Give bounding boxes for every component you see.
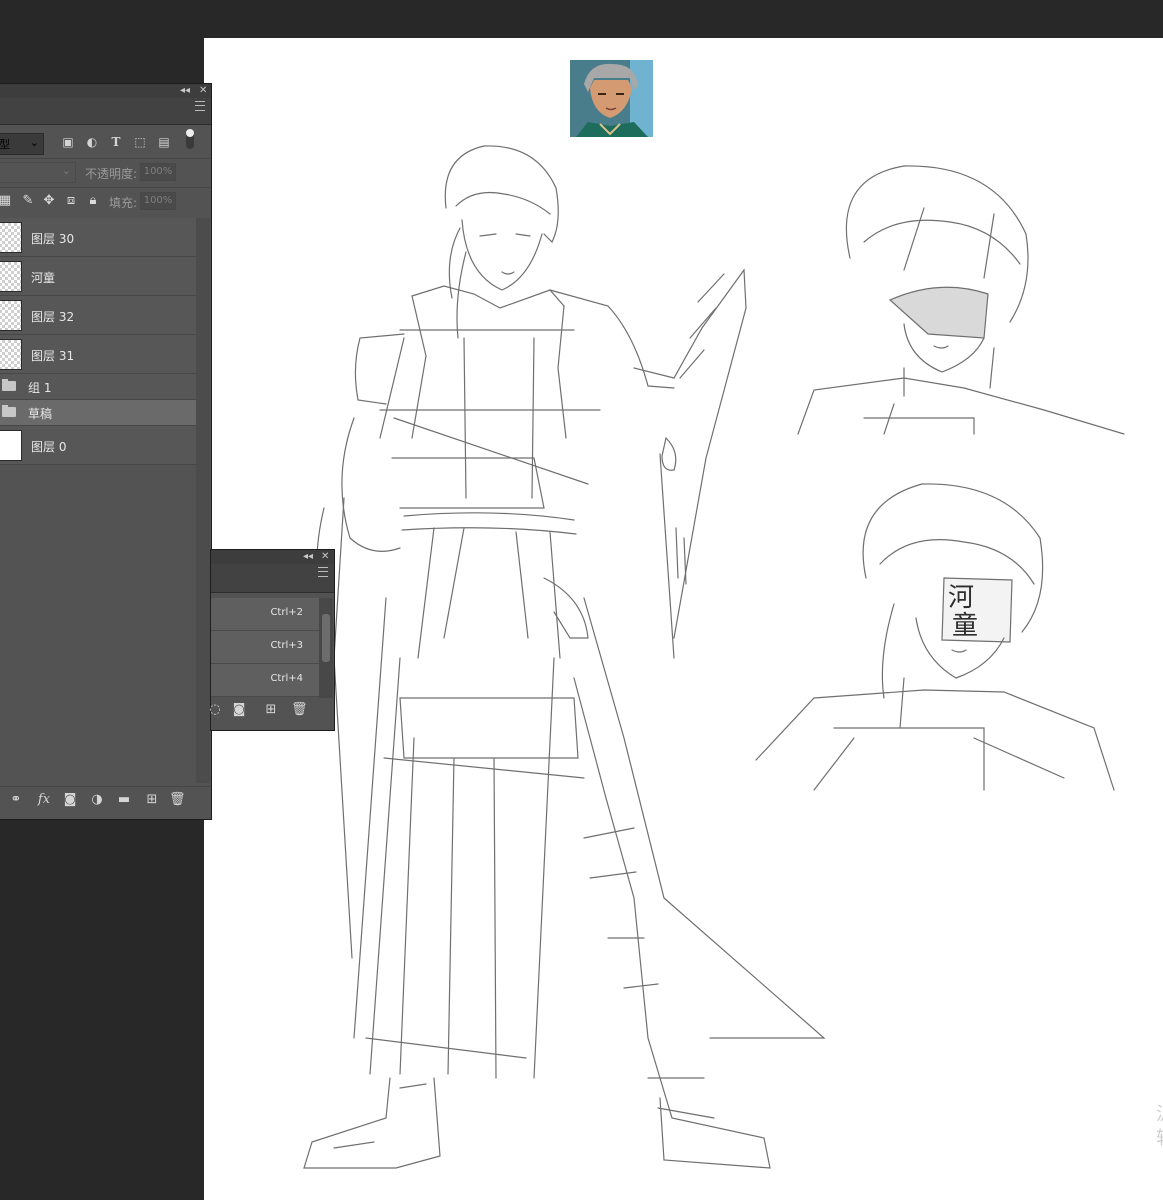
chevron-down-icon: ⌄ (61, 164, 71, 177)
mask-icon[interactable]: ◙ (62, 792, 78, 807)
group-name: 草稿 (28, 407, 53, 421)
type-filter-icon[interactable]: T (109, 135, 123, 149)
scroll-thumb[interactable] (322, 614, 330, 662)
channel-shortcut: Ctrl+4 (270, 673, 303, 684)
panel-menu-icon[interactable] (318, 567, 328, 577)
layer-row[interactable]: 图层 31 (0, 335, 196, 374)
layer-thumbnail (0, 300, 22, 331)
layer-row[interactable]: 图层 30 (0, 218, 196, 257)
new-channel-icon[interactable]: ⊞ (263, 702, 279, 717)
lock-transparency-icon[interactable]: ▦ (0, 193, 12, 208)
panel-menu-icon[interactable] (195, 101, 205, 111)
collapse-icon[interactable]: ◂◂ (180, 84, 190, 98)
lock-artboard-icon[interactable]: ⧈ (64, 193, 78, 208)
layer-list: 图层 30 河童 图层 32 图层 31 组 1 草稿 图层 0 (0, 218, 196, 465)
filter-toggle[interactable] (186, 129, 194, 149)
layers-panel-titlebar[interactable]: ◂◂ ✕ (0, 84, 211, 98)
channels-panel-titlebar[interactable]: ◂◂ ✕ (211, 550, 334, 564)
fill-input[interactable]: 100% (140, 192, 176, 210)
link-icon[interactable]: ⚭ (8, 792, 24, 807)
blend-mode-select[interactable]: ⌄ (0, 162, 76, 183)
divider (0, 158, 210, 159)
channels-scrollbar[interactable] (319, 598, 333, 698)
lock-paint-icon[interactable]: ✎ (21, 193, 35, 208)
blend-row: ⌄ 不透明度: 100% (0, 162, 210, 184)
layers-tabbar (0, 98, 211, 125)
layer-row[interactable]: 河童 (0, 257, 196, 296)
lock-all-icon[interactable]: 🔒︎ (86, 193, 100, 208)
group-name: 组 1 (28, 381, 52, 395)
channel-shortcut: Ctrl+3 (270, 640, 303, 651)
layer-thumbnail (0, 261, 22, 292)
chevron-down-icon: ⌄ (29, 136, 39, 149)
layer-name: 图层 31 (31, 349, 75, 363)
filter-kind-select[interactable]: 型 ⌄ (0, 133, 44, 155)
group-row-selected[interactable]: 草稿 (0, 400, 196, 426)
divider (0, 187, 210, 188)
lock-position-icon[interactable]: ✥ (42, 193, 56, 208)
group-row[interactable]: 组 1 (0, 374, 196, 400)
layers-bottom-toolbar: ⚭ fx ◙ ◑ ▬ ⊞ 🗑︎ (0, 786, 210, 815)
layer-name: 河童 (31, 271, 56, 285)
shape-filter-icon[interactable]: ⬚ (133, 135, 147, 149)
layer-filter-row: 型 ⌄ ▣ ◐ T ⬚ ▤ (0, 129, 210, 157)
collapse-icon[interactable]: ◂◂ (303, 550, 313, 564)
document-canvas[interactable]: 河 童 汎 轩 (204, 38, 1163, 1200)
layer-name: 图层 32 (31, 310, 75, 324)
folder-icon (2, 379, 16, 391)
layer-row[interactable]: 图层 32 (0, 296, 196, 335)
load-selection-icon[interactable]: ◌ (207, 702, 223, 717)
layer-thumbnail (0, 430, 22, 461)
trash-icon[interactable]: 🗑︎ (169, 792, 186, 807)
channels-tabbar (211, 564, 334, 593)
filter-kind-label: 型 (0, 138, 10, 151)
fx-icon[interactable]: fx (36, 792, 52, 807)
opacity-input[interactable]: 100% (140, 163, 176, 181)
sketch-drawing: 河 童 (303, 145, 1125, 1169)
opacity-label: 不透明度: (85, 167, 138, 181)
layer-thumbnail (0, 222, 22, 253)
image-filter-icon[interactable]: ▣ (61, 135, 75, 149)
channels-bottom-toolbar: ◌ ◙ ⊞ 🗑︎ (209, 700, 333, 728)
face-tag-char-2: 童 (952, 611, 978, 641)
close-icon[interactable]: ✕ (199, 84, 207, 98)
channel-row[interactable]: Ctrl+3 (211, 631, 319, 664)
channel-row[interactable]: Ctrl+2 (211, 598, 319, 631)
face-tag-char-1: 河 (948, 583, 974, 613)
layers-scrollbar[interactable] (196, 218, 210, 783)
adjustment-filter-icon[interactable]: ◐ (85, 135, 99, 149)
folder-icon (2, 405, 16, 417)
save-selection-icon[interactable]: ◙ (231, 702, 247, 717)
fill-label: 填充: (109, 196, 138, 210)
layer-row[interactable]: 图层 0 (0, 426, 196, 465)
smart-object-filter-icon[interactable]: ▤ (157, 135, 171, 149)
folder-icon[interactable]: ▬ (116, 792, 132, 807)
close-icon[interactable]: ✕ (321, 550, 329, 564)
trash-icon[interactable]: 🗑︎ (291, 702, 308, 717)
layer-thumbnail (0, 339, 22, 370)
channels-panel: ◂◂ ✕ Ctrl+2 Ctrl+3 Ctrl+4 ◌ ◙ ⊞ 🗑︎ (209, 550, 334, 730)
watermark: 汎 轩 (1156, 1103, 1163, 1151)
new-layer-icon[interactable]: ⊞ (144, 792, 160, 807)
layer-name: 图层 30 (31, 232, 75, 246)
layer-name: 图层 0 (31, 440, 67, 454)
channel-shortcut: Ctrl+2 (270, 607, 303, 618)
lock-row: ▦ ✎ ✥ ⧈ 🔒︎ 填充: 100% (0, 192, 210, 214)
adjustment-icon[interactable]: ◑ (89, 792, 105, 807)
channel-row[interactable]: Ctrl+4 (211, 664, 319, 697)
